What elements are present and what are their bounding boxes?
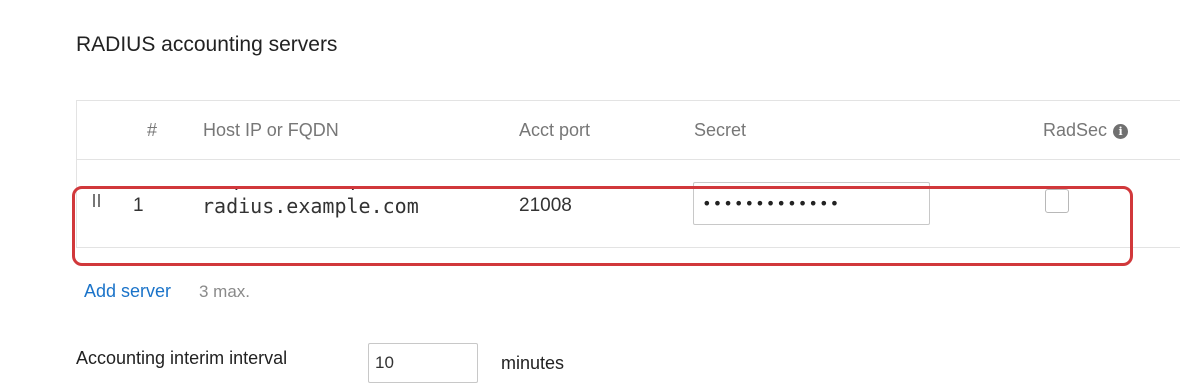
table-header-row: # Host IP or FQDN Acct port Secret RadSe… bbox=[77, 101, 1180, 160]
table-row: radius.example.com 1 radius.example.com … bbox=[77, 160, 1180, 248]
drag-handle-icon[interactable] bbox=[93, 194, 101, 207]
header-number: # bbox=[147, 120, 158, 140]
secret-input[interactable] bbox=[693, 182, 930, 225]
port-value[interactable]: 21008 bbox=[519, 195, 572, 217]
section-title: RADIUS accounting servers bbox=[76, 33, 338, 56]
header-port: Acct port bbox=[519, 120, 591, 140]
accounting-servers-table: # Host IP or FQDN Acct port Secret RadSe… bbox=[76, 100, 1180, 248]
interim-interval-label: Accounting interim interval bbox=[76, 348, 288, 368]
max-servers-note: 3 max. bbox=[199, 282, 251, 301]
interim-unit-label: minutes bbox=[501, 353, 565, 373]
header-secret: Secret bbox=[694, 120, 747, 140]
header-host: Host IP or FQDN bbox=[203, 120, 339, 140]
info-icon[interactable]: i bbox=[1113, 124, 1129, 139]
header-radsec-label: RadSec bbox=[1043, 120, 1108, 140]
radsec-checkbox[interactable] bbox=[1045, 189, 1069, 213]
row-number: 1 bbox=[133, 195, 144, 216]
host-value[interactable]: radius.example.com bbox=[202, 194, 419, 218]
interim-interval-input[interactable] bbox=[368, 343, 478, 383]
add-server-link[interactable]: Add server bbox=[84, 281, 171, 302]
header-radsec: RadSec i bbox=[1043, 120, 1129, 141]
host-ghost-text: radius.example.com bbox=[203, 180, 373, 190]
